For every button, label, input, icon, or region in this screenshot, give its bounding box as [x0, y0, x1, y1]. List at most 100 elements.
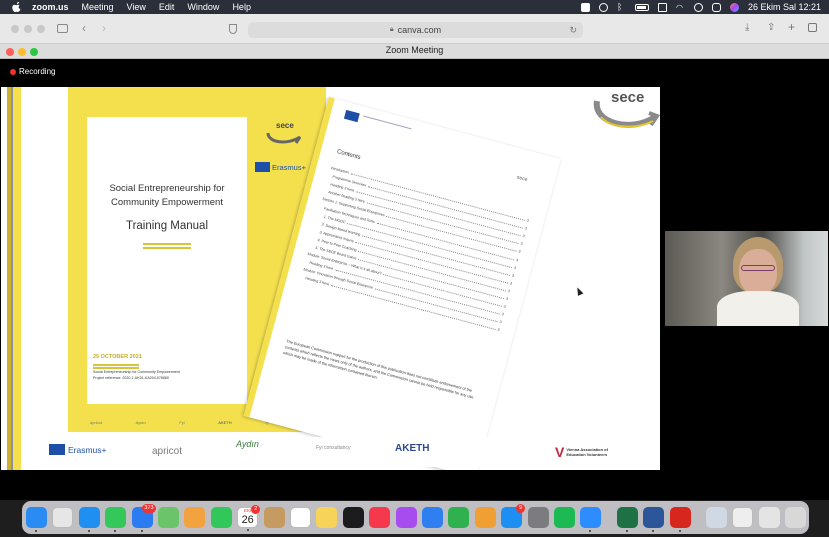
running-indicator [652, 530, 655, 532]
search-icon[interactable] [693, 2, 703, 12]
recording-indicator[interactable]: Recording [10, 67, 55, 76]
cover-footer-logo-apricot: apricot [90, 420, 103, 425]
running-indicator [247, 529, 250, 531]
participant-face [739, 249, 777, 295]
toc-page-number: 3 [522, 234, 526, 239]
browser-zoom-button[interactable] [37, 25, 45, 33]
dock-documents-icon[interactable] [732, 507, 754, 528]
recording-dot-icon [10, 68, 16, 75]
dock-calendar-icon[interactable]: EKİ 26 2 [237, 505, 261, 531]
dock-mail-icon[interactable]: 373 [131, 504, 156, 532]
sece-arrow-icon [593, 100, 660, 128]
dock-music-icon[interactable] [369, 507, 391, 528]
toc-page-number: 3 [499, 320, 502, 325]
dock-keynote-icon[interactable] [422, 507, 443, 528]
dock-excel-icon[interactable] [616, 507, 638, 532]
dock-facetime-icon[interactable] [210, 507, 232, 528]
reload-icon[interactable]: ↻ [569, 25, 577, 36]
dock-badge: 2 [251, 505, 261, 514]
contents-heading: Contents [336, 149, 362, 162]
browser-close-button[interactable] [11, 25, 19, 33]
dock-reminders-icon[interactable] [290, 507, 311, 528]
cover-project-ref: Project reference: 2020-1-UK01-KA204-078… [93, 376, 169, 380]
zoom-tray-icon[interactable] [580, 2, 590, 12]
menubar-clock[interactable]: 26 Ekim Sal 12:21 [748, 2, 821, 12]
control-center-icon[interactable] [711, 2, 721, 12]
dock-spotify-icon[interactable] [554, 507, 575, 528]
dock-acrobat-icon[interactable] [669, 507, 691, 532]
dock-messages-icon[interactable] [105, 507, 127, 532]
sidebar-toggle-icon[interactable] [57, 24, 68, 33]
menu-window[interactable]: Window [187, 2, 219, 12]
toc-page-number: 3 [524, 226, 528, 231]
toc-page-number: 3 [496, 328, 500, 333]
lock-icon: 🔒︎ [389, 26, 394, 33]
dock-app-store-icon[interactable]: 9 [501, 504, 526, 528]
toc-page-number: 3 [513, 265, 517, 270]
contents-eu-logo [343, 109, 360, 123]
airdrop-icon[interactable] [598, 2, 608, 12]
toc-page-number: 3 [517, 249, 521, 255]
apple-icon[interactable] [12, 2, 22, 12]
logo-aydin: Aydın [236, 439, 259, 449]
siri-icon[interactable] [729, 2, 739, 12]
toc-page-number: 3 [509, 281, 513, 286]
wifi-icon[interactable]: ◠ [676, 3, 685, 12]
forward-icon[interactable]: › [102, 21, 106, 35]
dock-finder-icon[interactable] [26, 507, 47, 532]
dock-numbers-icon[interactable] [448, 507, 470, 528]
running-indicator [140, 530, 143, 532]
downloads-icon[interactable]: ⤓ [745, 22, 749, 33]
dock-zoom-icon[interactable] [580, 507, 602, 532]
running-indicator [35, 530, 37, 532]
tab-overview-icon[interactable] [808, 23, 817, 32]
dock-safari-icon[interactable] [78, 507, 100, 532]
dock-launchpad-icon[interactable] [52, 507, 74, 528]
dock-system-preferences-icon[interactable] [527, 507, 549, 528]
dock-downloads-icon[interactable] [706, 507, 727, 528]
dock-word-icon[interactable] [643, 507, 665, 532]
new-tab-icon[interactable]: + [788, 20, 795, 34]
dock-podcasts-icon[interactable] [395, 507, 417, 528]
toc-page-number: 3 [507, 288, 511, 294]
sece-swoosh-icon [266, 132, 302, 144]
dock-pages-icon[interactable] [474, 507, 496, 528]
share-icon[interactable]: ⇪ [767, 22, 775, 33]
address-bar[interactable]: 🔒︎ canva.com ↻ [248, 22, 583, 38]
toc-page-number: 3 [505, 296, 509, 302]
toc-page-number: 3 [519, 242, 523, 247]
logo-erasmus: Erasmus+ [49, 444, 107, 455]
menu-view[interactable]: View [127, 2, 146, 12]
browser-minimize-button[interactable] [24, 25, 32, 33]
menu-edit[interactable]: Edit [159, 2, 175, 12]
participant-video[interactable] [665, 231, 828, 326]
shared-screen[interactable]: Social Entrepreneurship for Community Em… [1, 87, 660, 470]
running-indicator [114, 530, 117, 532]
screen-mirroring-icon[interactable] [657, 2, 667, 12]
dock-photos-icon[interactable] [184, 507, 206, 528]
cover-title-line2: Community Empowerment [111, 197, 223, 208]
battery-icon[interactable] [634, 3, 649, 11]
partner-logos: Erasmus+ apricot Aydın Fyi consultancy A… [21, 437, 641, 467]
cover-date: 25 OCTOBER 2021 [93, 354, 142, 360]
cover-subtitle: Training Manual [125, 220, 209, 232]
dock-trash-icon[interactable] [785, 507, 807, 528]
cover-erasmus-logo: Erasmus+ [255, 162, 306, 172]
toc-page-number: 3 [515, 257, 519, 263]
dock-recent-icon[interactable] [758, 507, 780, 528]
dock-contacts-icon[interactable] [263, 507, 285, 528]
dock-tv-icon[interactable] [342, 507, 364, 528]
dock-notes-icon[interactable] [316, 507, 338, 528]
menu-help[interactable]: Help [232, 2, 251, 12]
cover-card: Social Entrepreneurship for Community Em… [87, 117, 247, 404]
logo-vaev-label: Vienna Association of Education Voluntee… [566, 447, 608, 457]
menu-meeting[interactable]: Meeting [82, 2, 114, 12]
dock-maps-icon[interactable] [158, 507, 179, 528]
cover-erasmus-label: Erasmus+ [272, 162, 306, 172]
privacy-shield-icon[interactable] [229, 24, 237, 34]
bluetooth-icon[interactable]: ᛒ [617, 2, 626, 12]
cover-title: Social Entrepreneurship for Community Em… [87, 182, 247, 210]
back-icon[interactable]: ‹ [82, 21, 86, 35]
menu-app-name[interactable]: zoom.us [32, 2, 69, 12]
dock-badge: 9 [516, 504, 526, 513]
